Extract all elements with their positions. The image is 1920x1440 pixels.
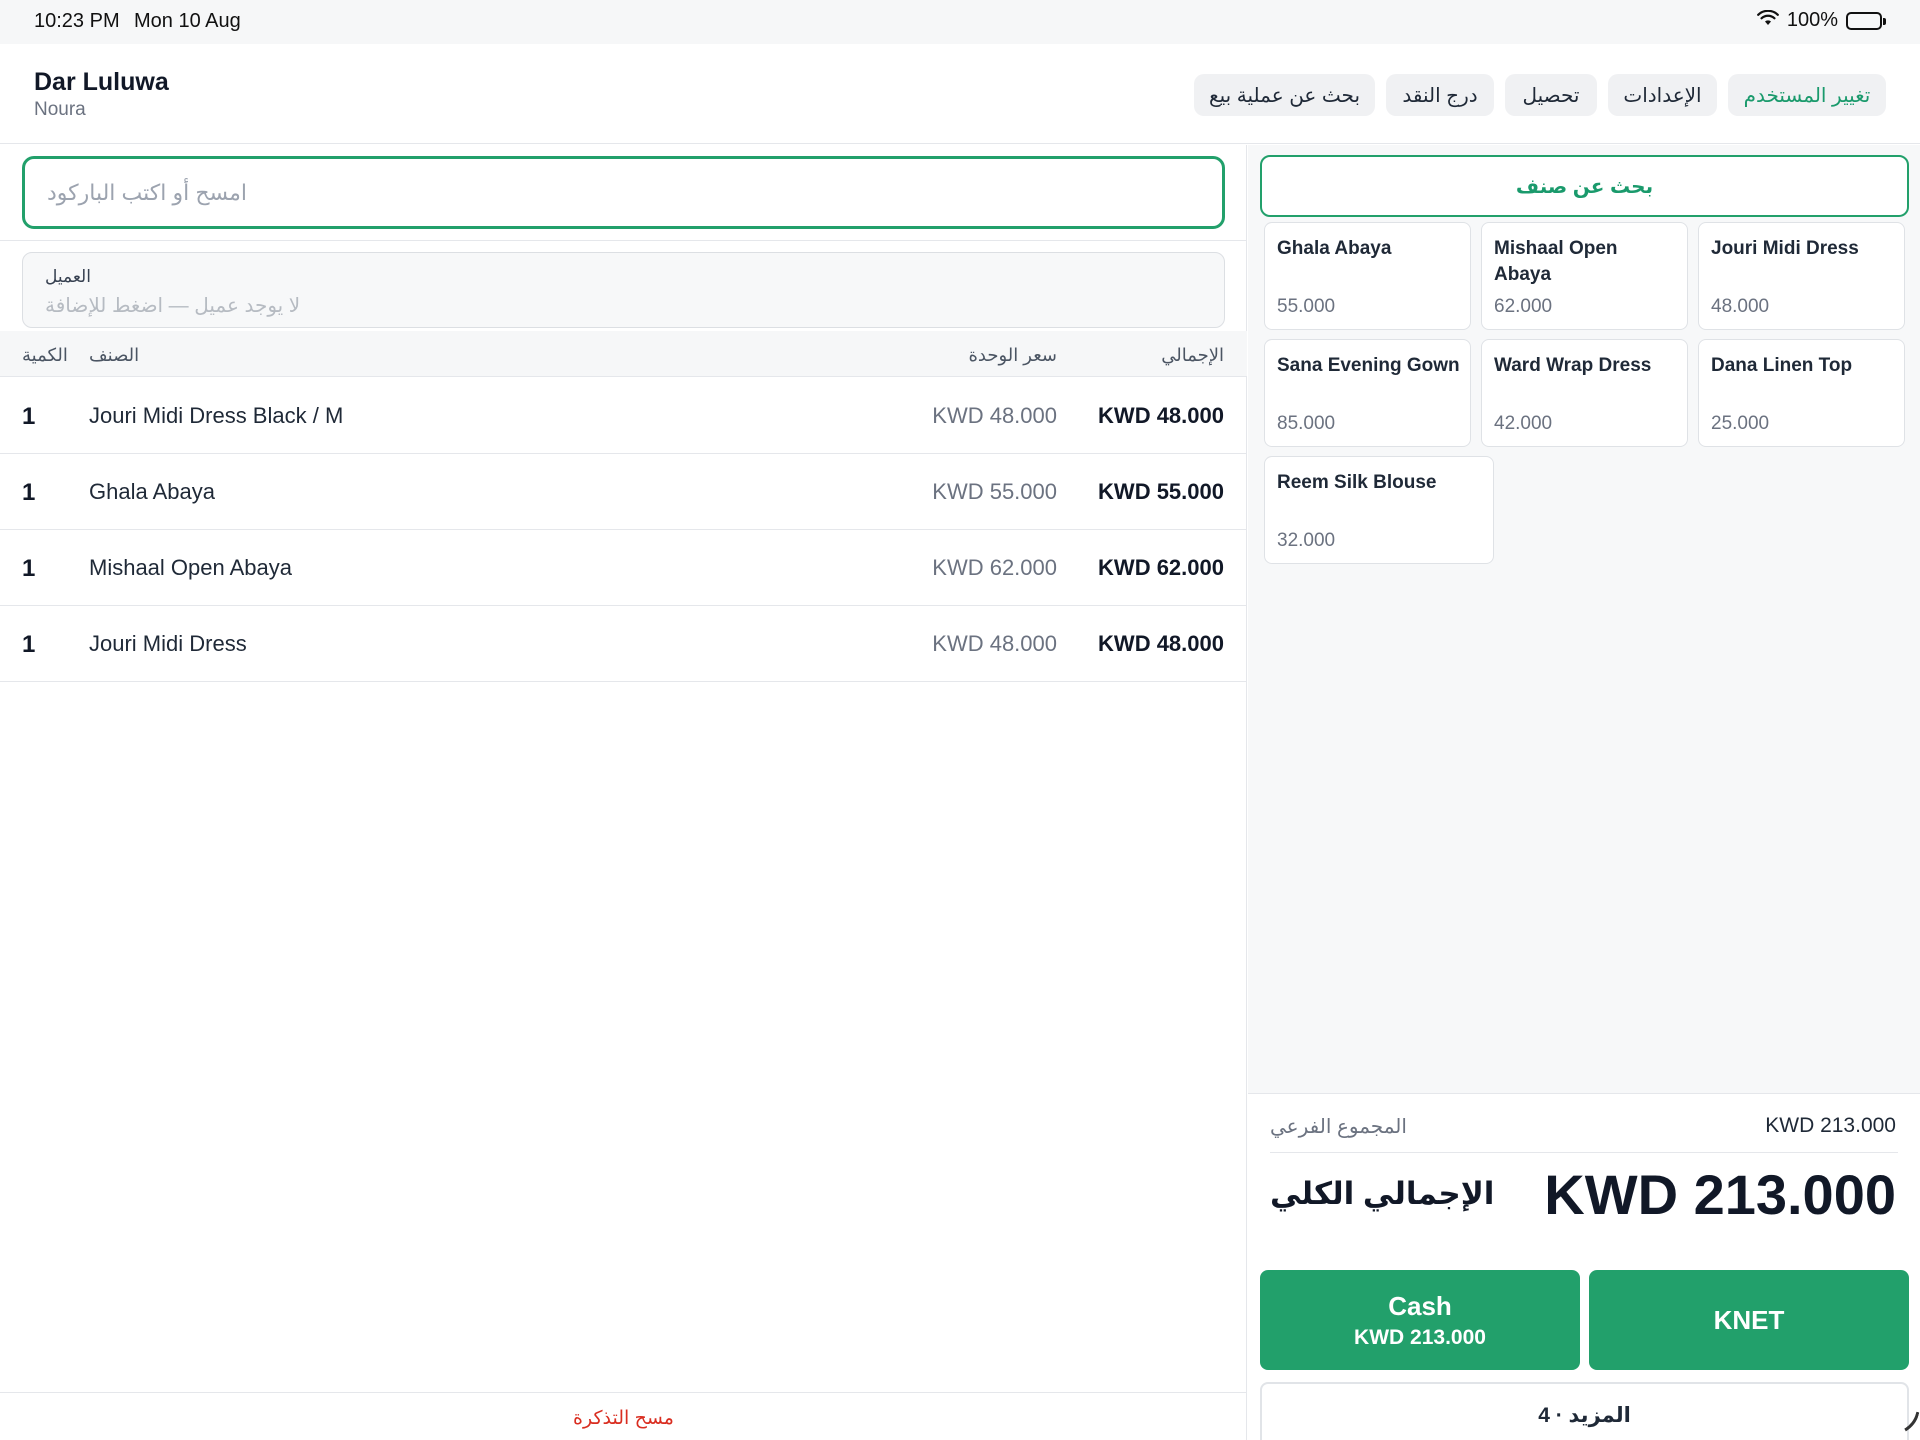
line-name: Mishaal Open Abaya xyxy=(89,555,293,580)
line-unit-price: KWD 48.000 xyxy=(932,403,1057,428)
product-price: 85.000 xyxy=(1277,413,1336,434)
battery-icon xyxy=(1846,11,1886,30)
status-date: Mon 10 Aug xyxy=(134,10,241,32)
product-name: Dana Linen Top xyxy=(1711,355,1853,376)
find-sale-button[interactable]: بحث عن عملية بيع xyxy=(1194,74,1375,116)
divider xyxy=(0,1392,1247,1393)
line-qty: 1 xyxy=(22,403,36,430)
subtotal-value: KWD 213.000 xyxy=(1765,1114,1896,1137)
line-total: KWD 48.000 xyxy=(1098,403,1224,428)
cash-pay-button[interactable]: Cash KWD 213.000 xyxy=(1260,1270,1580,1370)
line-name: Jouri Midi Dress Black / M xyxy=(89,403,344,428)
barcode-input[interactable]: امسح أو اكتب الباركود xyxy=(22,156,1225,229)
line-unit-price: KWD 48.000 xyxy=(932,631,1057,656)
customer-label: العميل xyxy=(45,267,91,286)
wifi-icon xyxy=(1756,9,1779,32)
search-item-button[interactable]: بحث عن صنف xyxy=(1260,155,1909,217)
product-name: Sana Evening Gown xyxy=(1277,355,1460,376)
ticket-line[interactable]: 1 Jouri Midi Dress Black / M KWD 48.000 … xyxy=(0,378,1247,454)
divider xyxy=(0,240,1247,241)
settings-button[interactable]: الإعدادات xyxy=(1608,74,1717,116)
line-total: KWD 55.000 xyxy=(1098,479,1224,504)
product-card[interactable]: Ward Wrap Dress 42.000 xyxy=(1481,339,1688,447)
product-price: 55.000 xyxy=(1277,296,1336,317)
status-bar: 10:23 PM Mon 10 Aug 100% xyxy=(0,0,1920,44)
product-card[interactable]: Reem Silk Blouse 32.000 xyxy=(1264,456,1494,564)
cash-amount: KWD 213.000 xyxy=(1354,1325,1486,1349)
clear-ticket-button[interactable]: مسح التذكرة xyxy=(0,1407,1247,1430)
product-name: Mishaal Open Abaya xyxy=(1494,238,1618,285)
line-total: KWD 48.000 xyxy=(1098,631,1224,656)
catalog-panel: بحث عن صنف Ghala Abaya 55.000 Mishaal Op… xyxy=(1248,145,1920,1440)
product-card[interactable]: Jouri Midi Dress 48.000 xyxy=(1698,222,1905,330)
ticket-panel: امسح أو اكتب الباركود العميل لا يوجد عمي… xyxy=(0,145,1247,1440)
subtotal-label: المجموع الفرعي xyxy=(1270,1116,1407,1138)
knet-label: KNET xyxy=(1713,1304,1785,1335)
product-name: Reem Silk Blouse xyxy=(1277,472,1437,493)
product-card[interactable]: Ghala Abaya 55.000 xyxy=(1264,222,1471,330)
cash-drawer-button[interactable]: درج النقد xyxy=(1386,74,1494,116)
line-unit-price: KWD 62.000 xyxy=(932,555,1057,580)
customer-hint: لا يوجد عميل — اضغط للإضافة xyxy=(45,295,301,317)
product-name: Jouri Midi Dress xyxy=(1711,238,1859,259)
col-item: الصنف xyxy=(89,345,140,365)
grand-total-value: KWD 213.000 xyxy=(1544,1163,1896,1226)
collection-button[interactable]: تحصيل xyxy=(1505,74,1597,116)
battery-percent: 100% xyxy=(1786,9,1838,31)
line-name: Ghala Abaya xyxy=(89,479,215,504)
line-total: KWD 62.000 xyxy=(1098,555,1224,580)
ticket-line[interactable]: 1 Mishaal Open Abaya KWD 62.000 KWD 62.0… xyxy=(0,530,1247,606)
switch-user-button[interactable]: تغيير المستخدم xyxy=(1728,74,1886,116)
line-qty: 1 xyxy=(22,555,36,582)
product-price: 48.000 xyxy=(1711,296,1770,317)
ticket-table-header: الكمية الصنف سعر الوحدة الإجمالي xyxy=(0,331,1247,377)
col-unit-price: سعر الوحدة xyxy=(968,345,1058,365)
app-header: Dar Luluwa Noura بحث عن عملية بيع درج ال… xyxy=(0,44,1920,144)
product-price: 42.000 xyxy=(1494,413,1553,434)
customer-selector[interactable]: العميل لا يوجد عميل — اضغط للإضافة xyxy=(22,252,1225,328)
grand-total-label: الإجمالي الكلي xyxy=(1270,1176,1495,1211)
col-qty: الكمية xyxy=(22,345,68,365)
line-qty: 1 xyxy=(22,479,36,506)
product-card[interactable]: Sana Evening Gown 85.000 xyxy=(1264,339,1471,447)
store-name: Dar Luluwa xyxy=(34,68,169,96)
current-user: Noura xyxy=(34,99,86,120)
status-right: 100% xyxy=(1756,9,1886,32)
knet-pay-button[interactable]: KNET xyxy=(1589,1270,1909,1370)
product-name: Ghala Abaya xyxy=(1277,238,1392,259)
cash-label: Cash xyxy=(1388,1290,1452,1321)
product-price: 25.000 xyxy=(1711,413,1770,434)
line-unit-price: KWD 55.000 xyxy=(932,479,1057,504)
line-name: Jouri Midi Dress xyxy=(89,631,247,656)
more-payments-button[interactable]: المزيد · 4 xyxy=(1260,1382,1909,1440)
checkout-summary: المجموع الفرعي KWD 213.000 الإجمالي الكل… xyxy=(1248,1094,1920,1440)
product-card[interactable]: Dana Linen Top 25.000 xyxy=(1698,339,1905,447)
product-name: Ward Wrap Dress xyxy=(1494,355,1652,376)
ticket-line[interactable]: 1 Ghala Abaya KWD 55.000 KWD 55.000 xyxy=(0,454,1247,530)
product-price: 32.000 xyxy=(1277,530,1336,551)
col-total: الإجمالي xyxy=(1161,345,1224,365)
line-qty: 1 xyxy=(22,631,36,658)
divider xyxy=(1270,1152,1898,1153)
product-card[interactable]: Mishaal Open Abaya 62.000 xyxy=(1481,222,1688,330)
product-price: 62.000 xyxy=(1494,296,1553,317)
ticket-line[interactable]: 1 Jouri Midi Dress KWD 48.000 KWD 48.000 xyxy=(0,606,1247,682)
status-time: 10:23 PM xyxy=(34,10,120,32)
